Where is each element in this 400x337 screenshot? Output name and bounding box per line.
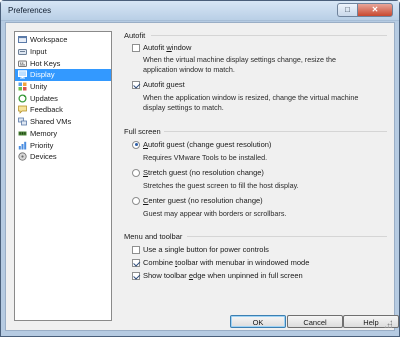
sidebar-item-label: Shared VMs xyxy=(30,117,72,127)
autofit-window-desc-line-2: application window to match. xyxy=(143,64,235,74)
close-button[interactable]: ✕ xyxy=(357,3,393,17)
sidebar-item-label: Devices xyxy=(30,152,57,162)
stretch-guest-radio-button[interactable] xyxy=(132,168,140,177)
sidebar-item-feedback[interactable]: Feedback xyxy=(15,104,111,116)
sidebar-item-devices[interactable]: Devices xyxy=(15,151,111,163)
autofit-guest-radio-button[interactable] xyxy=(132,140,140,149)
sidebar-item-label: Hot Keys xyxy=(30,58,61,68)
autofit-guest-label: Autofit guest xyxy=(143,80,185,89)
autofit-window-check-box[interactable] xyxy=(132,43,140,52)
window-title: Preferences xyxy=(8,6,52,15)
autofit-guest-radio-label: Autofit guest (change guest resolution) xyxy=(143,140,271,149)
sidebar-item-label: Memory xyxy=(30,128,58,138)
combine-toolbar-checkbox[interactable]: Combine toolbar with menubar in windowed… xyxy=(132,258,309,267)
combine-toolbar-label: Combine toolbar with menubar in windowed… xyxy=(143,258,309,267)
ok-button[interactable]: OK xyxy=(230,315,286,328)
autofit-window-label: Autofit window xyxy=(143,43,191,52)
sidebar-item-unity[interactable]: Unity xyxy=(15,81,111,93)
sidebar-item-label: Input xyxy=(30,47,47,57)
stretch-guest-radio-label: Stretch guest (no resolution change) xyxy=(143,168,264,177)
autofit-guest-description: When the application window is resized, … xyxy=(143,93,358,112)
workspace-icon xyxy=(18,35,27,44)
maximize-icon: □ xyxy=(345,5,350,14)
show-toolbar-edge-label-post: dge when unpinned in full screen xyxy=(193,271,303,280)
sidebar-item-priority[interactable]: Priority xyxy=(15,139,111,151)
updates-icon xyxy=(18,94,27,103)
sidebar-item-label: Priority xyxy=(30,140,54,150)
show-toolbar-edge-check-box[interactable] xyxy=(132,271,140,280)
sidebar-item-shared-vms[interactable]: Shared VMs xyxy=(15,116,111,128)
center-guest-radio-text: enter guest (no resolution change) xyxy=(148,196,263,205)
priority-icon xyxy=(18,141,27,150)
menu-toolbar-divider xyxy=(187,236,387,237)
autofit-window-label-post: indow xyxy=(171,43,192,52)
memory-icon xyxy=(18,129,27,138)
dialog-client-area: Workspace Input Hot Keys Display Unity U… xyxy=(5,22,399,331)
sidebar-item-label: Workspace xyxy=(30,35,68,45)
combine-toolbar-check-box[interactable] xyxy=(132,258,140,267)
combine-toolbar-label-pre: Combine xyxy=(143,258,176,267)
autofit-section-title: Autofit xyxy=(124,31,146,40)
input-icon xyxy=(18,47,27,56)
autofit-window-desc-line-1: When the virtual machine display setting… xyxy=(143,55,336,64)
sidebar-item-hot-keys[interactable]: Hot Keys xyxy=(15,57,111,69)
sidebar-item-label: Display xyxy=(30,70,55,80)
preferences-sidebar[interactable]: Workspace Input Hot Keys Display Unity U… xyxy=(14,31,112,321)
single-button-label: Use a single button for power controls xyxy=(143,245,269,254)
single-button-check-box[interactable] xyxy=(132,245,140,254)
shared-vms-icon xyxy=(18,117,27,126)
full-screen-divider xyxy=(164,131,387,132)
stretch-guest-radio-description: Stretches the guest screen to fill the h… xyxy=(143,181,299,190)
sidebar-item-display[interactable]: Display xyxy=(15,69,111,81)
maximize-button[interactable]: □ xyxy=(337,3,357,17)
center-guest-radio-button[interactable] xyxy=(132,196,140,205)
caption-buttons: □ ✕ xyxy=(337,3,393,17)
autofit-guest-radio-description: Requires VMware Tools to be installed. xyxy=(143,153,268,162)
autofit-guest-radio-text: utofit guest (change guest resolution) xyxy=(148,140,272,149)
sidebar-item-updates[interactable]: Updates xyxy=(15,92,111,104)
sidebar-item-memory[interactable]: Memory xyxy=(15,128,111,140)
display-icon xyxy=(18,70,27,79)
autofit-guest-label-pre: Autofit xyxy=(143,80,167,89)
autofit-divider xyxy=(151,35,387,36)
unity-icon xyxy=(18,82,27,91)
hot-keys-icon xyxy=(18,59,27,68)
autofit-guest-desc-line-2: display settings to match. xyxy=(143,102,224,112)
sidebar-item-label: Updates xyxy=(30,93,58,103)
sidebar-item-label: Feedback xyxy=(30,105,63,115)
stretch-guest-radio-text: tretch guest (no resolution change) xyxy=(148,168,264,177)
show-toolbar-edge-label: Show toolbar edge when unpinned in full … xyxy=(143,271,303,280)
center-guest-radio-label: Center guest (no resolution change) xyxy=(143,196,263,205)
center-guest-radio-description: Guest may appear with borders or scrollb… xyxy=(143,209,287,218)
autofit-guest-desc-line-1: When the application window is resized, … xyxy=(143,93,359,102)
title-bar[interactable]: Preferences □ ✕ xyxy=(1,1,399,21)
feedback-icon xyxy=(18,105,27,115)
close-icon: ✕ xyxy=(371,5,379,14)
full-screen-section-title: Full screen xyxy=(124,127,161,136)
combine-toolbar-label-post: oolbar with menubar in windowed mode xyxy=(177,258,310,267)
devices-icon xyxy=(18,152,27,161)
center-guest-radio[interactable]: Center guest (no resolution change) xyxy=(132,196,263,205)
autofit-guest-checkbox[interactable]: Autofit guest xyxy=(132,80,185,89)
autofit-window-checkbox[interactable]: Autofit window xyxy=(132,43,191,52)
autofit-guest-check-box[interactable] xyxy=(132,80,140,89)
cancel-button[interactable]: Cancel xyxy=(287,315,343,328)
sidebar-item-workspace[interactable]: Workspace xyxy=(15,34,111,46)
sidebar-item-label: Unity xyxy=(30,82,48,92)
show-toolbar-edge-checkbox[interactable]: Show toolbar edge when unpinned in full … xyxy=(132,271,303,280)
autofit-guest-label-post: uest xyxy=(170,80,185,89)
preferences-window: Preferences □ ✕ Workspace Input Hot Keys… xyxy=(0,0,400,337)
autofit-window-label-pre: Autofit xyxy=(143,43,167,52)
menu-toolbar-section-title: Menu and toolbar xyxy=(124,232,183,241)
show-toolbar-edge-label-pre: Show toolbar xyxy=(143,271,189,280)
autofit-window-description: When the virtual machine display setting… xyxy=(143,55,336,74)
sidebar-item-input[interactable]: Input xyxy=(15,46,111,58)
single-button-checkbox[interactable]: Use a single button for power controls xyxy=(132,245,269,254)
stretch-guest-radio[interactable]: Stretch guest (no resolution change) xyxy=(132,168,264,177)
autofit-guest-radio[interactable]: Autofit guest (change guest resolution) xyxy=(132,140,271,149)
